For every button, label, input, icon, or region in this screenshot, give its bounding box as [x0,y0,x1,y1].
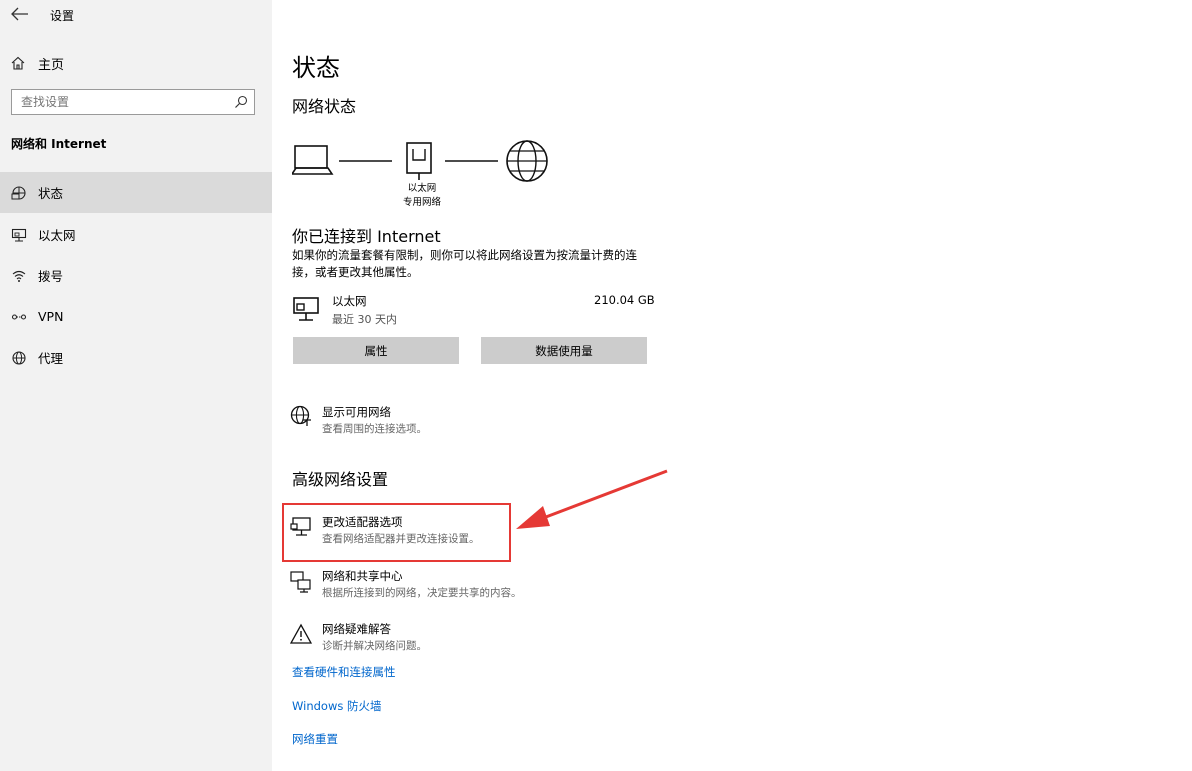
section-title: 网络和 Internet [11,137,107,151]
sidebar-item-dialup[interactable]: 拨号 [0,255,272,296]
diagram-label-line2: 专用网络 [402,197,441,208]
connection-title: 你已连接到 Internet [292,227,441,246]
annotation-arrow-icon [516,469,668,529]
sidebar-item-label: 以太网 [38,228,76,243]
advanced-heading: 高级网络设置 [292,470,389,489]
firewall-link[interactable]: Windows 防火墙 [292,698,382,714]
sidebar-item-label: 状态 [38,186,64,201]
ethernet-name: 以太网 [332,294,367,308]
sidebar-item-label: 拨号 [38,269,64,284]
troubleshooter-item[interactable]: 网络疑难解答 诊断并解决网络问题。 [290,619,590,655]
globe-icon [12,350,26,365]
page-title: 状态 [292,54,340,82]
diagram-label: 以太网 专用网络 [392,182,452,210]
globe-network-icon [290,405,311,426]
diagram-label-line1: 以太网 [407,183,437,194]
search-box[interactable] [11,89,255,115]
annotation-highlight-box [282,503,511,562]
show-networks-item[interactable]: 显示可用网络 查看周围的连接选项。 [290,402,590,438]
internet-globe-icon [506,140,548,182]
home-icon [11,56,25,70]
status-icon [11,185,26,200]
sidebar-item-ethernet[interactable]: 以太网 [0,214,272,255]
ethernet-usage: 210.04 GB [594,293,655,307]
sidebar-item-vpn[interactable]: VPN [0,296,272,337]
dialup-icon [12,270,26,282]
search-icon[interactable] [234,95,248,109]
sharing-center-desc: 根据所连接到的网络，决定要共享的内容。 [322,587,522,599]
sidebar: 设置 主页 网络和 Internet 状态 以太网 [0,0,272,771]
warning-icon [290,623,312,644]
sidebar-item-status[interactable]: 状态 [0,172,272,213]
sharing-center-item[interactable]: 网络和共享中心 根据所连接到的网络，决定要共享的内容。 [290,567,590,603]
troubleshooter-desc: 诊断并解决网络问题。 [322,640,427,652]
hardware-properties-link[interactable]: 查看硬件和连接属性 [292,664,396,680]
sharing-center-title: 网络和共享中心 [322,569,403,583]
home-label: 主页 [38,57,65,73]
network-status-heading: 网络状态 [292,97,357,116]
troubleshooter-title: 网络疑难解答 [322,622,391,636]
properties-button[interactable]: 属性 [293,337,459,364]
network-reset-link[interactable]: 网络重置 [292,731,338,747]
data-usage-button[interactable]: 数据使用量 [481,337,647,364]
home-nav-item[interactable]: 主页 [10,53,210,73]
show-networks-title: 显示可用网络 [322,405,391,419]
ethernet-adapter-icon [293,297,319,321]
sidebar-item-proxy[interactable]: 代理 [0,337,272,378]
ethernet-port-icon [406,142,432,180]
show-networks-desc: 查看周围的连接选项。 [322,423,427,435]
main-content: 状态 网络状态 以太网 专用网络 你已连接到 Internet 如果你的流量套餐… [272,0,1192,771]
sidebar-item-label: 代理 [38,351,64,366]
vpn-icon [11,313,27,320]
connection-description: 如果你的流量套餐有限制，则你可以将此网络设置为按流量计费的连接，或者更改其他属性… [292,248,637,279]
back-arrow-icon[interactable] [10,5,30,23]
ethernet-icon [11,228,27,242]
sidebar-item-label: VPN [38,309,64,324]
app-title: 设置 [50,9,75,23]
ethernet-period: 最近 30 天内 [332,313,397,326]
laptop-icon [292,145,334,175]
network-sharing-icon [290,571,311,593]
search-input[interactable] [21,94,231,110]
